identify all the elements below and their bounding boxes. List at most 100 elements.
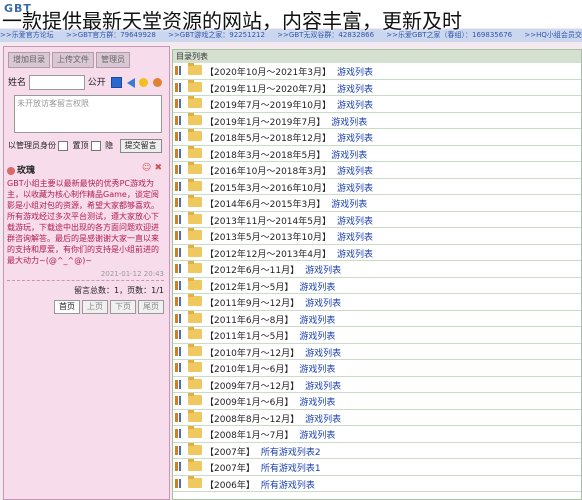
folder-title[interactable]: 【2012年1月～5月】 游戏列表 xyxy=(205,280,335,293)
arrow-left-icon[interactable] xyxy=(126,77,135,88)
file-row[interactable]: 【2011年1月～5月】 游戏列表 xyxy=(173,327,581,344)
submit-message-button[interactable]: 提交留言 xyxy=(119,139,162,153)
file-row[interactable]: 【2013年5月～2013年10月】 游戏列表 xyxy=(173,228,581,245)
folder-title[interactable]: 【2008年8月～12月】 游戏列表 xyxy=(205,412,341,425)
folder-link[interactable]: 游戏列表 xyxy=(337,68,373,78)
admin-button[interactable]: 管理员 xyxy=(96,52,130,68)
top-checkbox[interactable] xyxy=(90,140,101,151)
emoticon-icon[interactable] xyxy=(153,78,163,87)
last-page-button[interactable]: 尾页 xyxy=(138,300,164,314)
folder-title[interactable]: 【2019年1月～2019年7月】 游戏列表 xyxy=(205,115,367,128)
folder-title[interactable]: 【2013年5月～2013年10月】 游戏列表 xyxy=(205,230,373,243)
file-row[interactable]: 【2019年7月～2019年10月】 游戏列表 xyxy=(173,96,581,113)
next-page-button[interactable]: 下页 xyxy=(110,300,136,314)
folder-link[interactable]: 游戏列表 xyxy=(337,134,373,144)
file-row[interactable]: 【2011年6月～8月】 游戏列表 xyxy=(173,310,581,327)
file-row[interactable]: 【2019年11月～2020年7月】 游戏列表 xyxy=(173,79,581,96)
folder-title[interactable]: 【2011年6月～8月】 游戏列表 xyxy=(205,313,335,326)
first-page-button[interactable]: 首页 xyxy=(54,300,80,314)
folder-title[interactable]: 【2008年1月～7月】 游戏列表 xyxy=(205,428,335,441)
folder-link[interactable]: 游戏列表 xyxy=(305,349,341,359)
add-directory-button[interactable]: 增加目录 xyxy=(8,52,50,68)
folder-title[interactable]: 【2011年9月～12月】 游戏列表 xyxy=(205,296,341,309)
folder-link[interactable]: 游戏列表 xyxy=(305,415,341,425)
folder-title[interactable]: 【2018年5月～2018年12月】 游戏列表 xyxy=(205,131,373,144)
file-row[interactable]: 【2018年5月～2018年12月】 游戏列表 xyxy=(173,129,581,146)
folder-link[interactable]: 游戏列表 xyxy=(299,398,335,408)
name-input[interactable] xyxy=(28,75,85,90)
admin-checkbox[interactable] xyxy=(58,140,68,151)
ticker-item[interactable]: >>HQ小组会员交流1群 xyxy=(524,31,582,39)
folder-link[interactable]: 游戏列表 xyxy=(337,167,373,177)
folder-title[interactable]: 【2018年3月～2018年5月】 游戏列表 xyxy=(205,148,367,161)
folder-title[interactable]: 【2015年3月～2016年10月】 游戏列表 xyxy=(205,181,373,194)
message-textarea[interactable]: 未开放访客留言权限 xyxy=(14,95,162,133)
folder-link[interactable]: 游戏列表 xyxy=(299,332,335,342)
file-row[interactable]: 【2012年6月～11月】 游戏列表 xyxy=(173,261,581,278)
folder-title[interactable]: 【2007年】 所有游戏列表2 xyxy=(205,445,321,458)
file-row[interactable]: 【2012年1月～5月】 游戏列表 xyxy=(173,277,581,294)
folder-title[interactable]: 【2016年10月～2018年3月】 游戏列表 xyxy=(205,164,373,177)
ticker-item[interactable]: >>GBT官方群：79649928 xyxy=(66,31,156,39)
folder-title[interactable]: 【2010年7月～12月】 游戏列表 xyxy=(205,346,341,359)
file-row[interactable]: 【2009年7月～12月】 游戏列表 xyxy=(173,376,581,393)
folder-link[interactable]: 游戏列表 xyxy=(299,365,335,375)
file-row[interactable]: 【2007年】 所有游戏列表2 xyxy=(173,442,581,459)
folder-title[interactable]: 【2013年11月～2014年5月】 游戏列表 xyxy=(205,214,373,227)
folder-title[interactable]: 【2012年12月～2013年4月】 游戏列表 xyxy=(205,247,373,260)
file-row[interactable]: 【2014年6月～2015年3月】 游戏列表 xyxy=(173,195,581,212)
ticker-item[interactable]: >>乐爱官方论坛 xyxy=(0,31,54,39)
folder-link[interactable]: 所有游戏列表 xyxy=(261,481,315,491)
ticker-item[interactable]: >>GBT无双谷群：42832866 xyxy=(277,31,374,39)
folder-link[interactable]: 游戏列表 xyxy=(331,200,367,210)
file-row[interactable]: 【2016年10月～2018年3月】 游戏列表 xyxy=(173,162,581,179)
smiley-icon[interactable] xyxy=(139,78,149,87)
folder-link[interactable]: 游戏列表 xyxy=(305,382,341,392)
file-row[interactable]: 【2009年1月～6月】 游戏列表 xyxy=(173,393,581,410)
folder-title[interactable]: 【2020年10月～2021年3月】 游戏列表 xyxy=(205,65,373,78)
file-row[interactable]: 【2007年】 所有游戏列表1 xyxy=(173,459,581,476)
folder-link[interactable]: 游戏列表 xyxy=(331,118,367,128)
delete-icon[interactable]: ✖ xyxy=(154,163,162,173)
folder-link[interactable]: 游戏列表 xyxy=(337,250,373,260)
file-row[interactable]: 【2020年10月～2021年3月】 游戏列表 xyxy=(173,63,581,80)
folder-title[interactable]: 【2012年6月～11月】 游戏列表 xyxy=(205,263,341,276)
prev-page-button[interactable]: 上页 xyxy=(82,300,108,314)
file-row[interactable]: 【2015年3月～2016年10月】 游戏列表 xyxy=(173,178,581,195)
folder-link[interactable]: 游戏列表 xyxy=(337,101,373,111)
folder-link[interactable]: 游戏列表 xyxy=(337,184,373,194)
folder-link[interactable]: 所有游戏列表1 xyxy=(261,464,321,474)
folder-title[interactable]: 【2014年6月～2015年3月】 游戏列表 xyxy=(205,197,367,210)
folder-title[interactable]: 【2019年7月～2019年10月】 游戏列表 xyxy=(205,98,373,111)
folder-title[interactable]: 【2019年11月～2020年7月】 游戏列表 xyxy=(205,82,373,95)
file-row[interactable]: 【2006年】 所有游戏列表 xyxy=(173,475,581,492)
file-row[interactable]: 【2019年1月～2019年7月】 游戏列表 xyxy=(173,112,581,129)
folder-link[interactable]: 游戏列表 xyxy=(337,85,373,95)
folder-title[interactable]: 【2009年7月～12月】 游戏列表 xyxy=(205,379,341,392)
folder-title[interactable]: 【2006年】 所有游戏列表 xyxy=(205,478,315,491)
folder-link[interactable]: 游戏列表 xyxy=(305,266,341,276)
folder-title[interactable]: 【2010年1月～6月】 游戏列表 xyxy=(205,362,335,375)
file-row[interactable]: 【2011年9月～12月】 游戏列表 xyxy=(173,294,581,311)
file-row[interactable]: 【2018年3月～2018年5月】 游戏列表 xyxy=(173,145,581,162)
file-row[interactable]: 【2008年1月～7月】 游戏列表 xyxy=(173,426,581,443)
folder-title[interactable]: 【2011年1月～5月】 游戏列表 xyxy=(205,329,335,342)
folder-link[interactable]: 所有游戏列表2 xyxy=(261,448,321,458)
file-row[interactable]: 【2010年7月～12月】 游戏列表 xyxy=(173,343,581,360)
public-checkbox-icon[interactable] xyxy=(110,77,122,88)
folder-link[interactable]: 游戏列表 xyxy=(299,283,335,293)
file-row[interactable]: 【2010年1月～6月】 游戏列表 xyxy=(173,360,581,377)
folder-link[interactable]: 游戏列表 xyxy=(337,233,373,243)
ticker-item[interactable]: >>乐爱GBT之家（春组）：169835676 xyxy=(386,31,512,39)
folder-link[interactable]: 游戏列表 xyxy=(299,316,335,326)
file-row[interactable]: 【2008年8月～12月】 游戏列表 xyxy=(173,409,581,426)
file-row[interactable]: 【2012年12月～2013年4月】 游戏列表 xyxy=(173,244,581,261)
folder-link[interactable]: 游戏列表 xyxy=(331,151,367,161)
folder-link[interactable]: 游戏列表 xyxy=(337,217,373,227)
file-row[interactable]: 【2013年11月～2014年5月】 游戏列表 xyxy=(173,211,581,228)
folder-link[interactable]: 游戏列表 xyxy=(305,299,341,309)
upload-file-button[interactable]: 上传文件 xyxy=(52,52,94,68)
folder-title[interactable]: 【2009年1月～6月】 游戏列表 xyxy=(205,395,335,408)
ticker-item[interactable]: >>GBT游戏之家：92251212 xyxy=(168,31,265,39)
folder-link[interactable]: 游戏列表 xyxy=(299,431,335,441)
